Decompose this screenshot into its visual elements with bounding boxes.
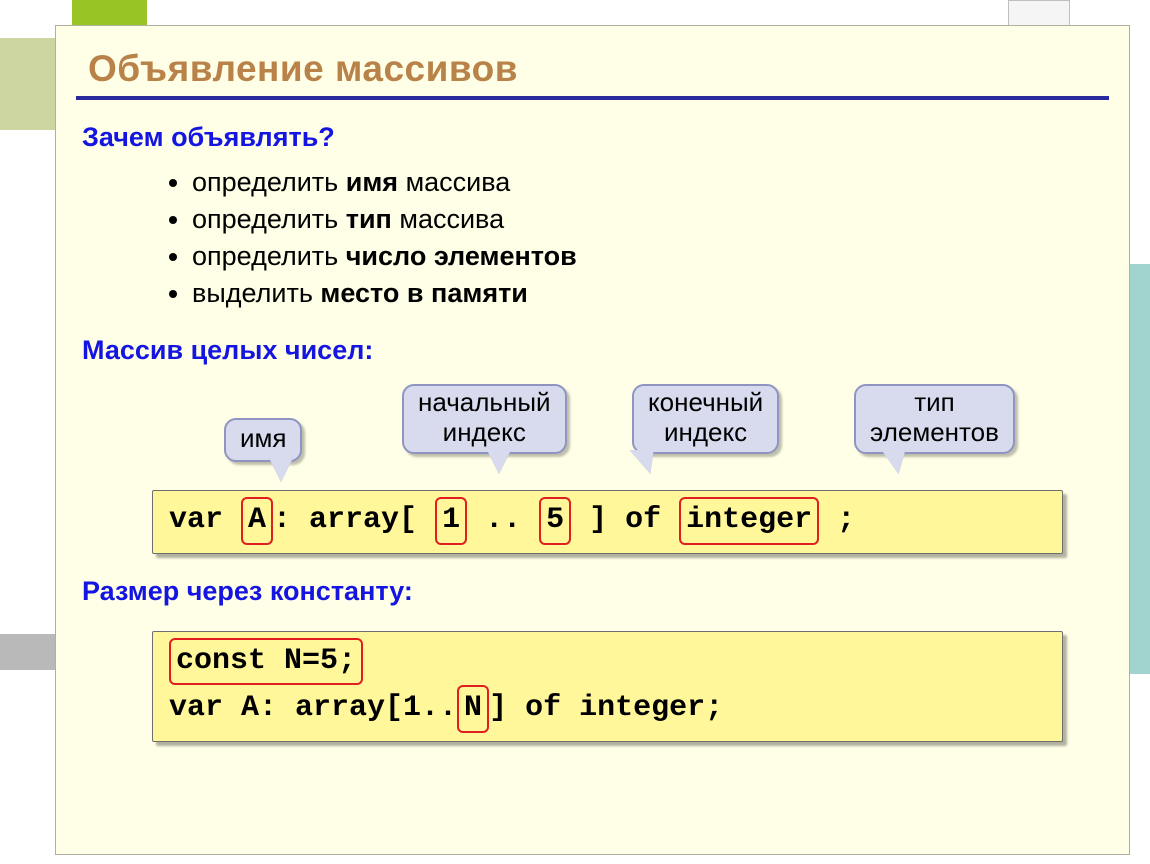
bullet-text: определить xyxy=(192,241,346,271)
callout-tail xyxy=(269,458,293,482)
code-highlight-type: integer xyxy=(679,497,819,545)
bullet-text: определить xyxy=(192,167,346,197)
decor-teal-right xyxy=(1128,264,1150,674)
callout-text: начальный xyxy=(418,387,551,417)
code-highlight-start: 1 xyxy=(435,497,467,545)
code-highlight-const: const N=5; xyxy=(169,638,363,686)
code-text: .. xyxy=(467,503,539,537)
bullet-bold: тип xyxy=(346,204,392,234)
code-text: ; xyxy=(819,503,855,537)
slide-title: Объявление массивов xyxy=(88,48,1103,90)
code-text: ] of xyxy=(571,503,679,537)
bullet-list: определить имя массива определить тип ма… xyxy=(82,167,1103,309)
callout-text: индекс xyxy=(664,417,747,447)
decor-olive-left xyxy=(0,38,60,130)
code-text: var A: array[1.. xyxy=(169,691,457,725)
callout-text: тип xyxy=(914,387,955,417)
bullet-item: определить тип массива xyxy=(192,204,1103,235)
bullet-text: выделить xyxy=(192,278,320,308)
code-text: var xyxy=(169,503,241,537)
bullet-bold: число элементов xyxy=(346,241,577,271)
decor-top-right-box xyxy=(1008,0,1070,28)
callout-elem-type: тип элементов xyxy=(854,384,1015,454)
callout-tail xyxy=(881,450,910,474)
callout-text: имя xyxy=(240,423,286,453)
code-highlight-name: A xyxy=(241,497,273,545)
callout-text: конечный xyxy=(648,387,763,417)
bullet-item: определить число элементов xyxy=(192,241,1103,272)
code-text: : array[ xyxy=(273,503,435,537)
code-highlight-n: N xyxy=(457,685,489,733)
bullet-text: массива xyxy=(398,167,510,197)
bullet-bold: место в памяти xyxy=(320,278,527,308)
bullet-item: определить имя массива xyxy=(192,167,1103,198)
decor-gray-left xyxy=(0,634,60,670)
callout-end-index: конечный индекс xyxy=(632,384,779,454)
code-var-declaration: var A: array[ 1 .. 5 ] of integer ; xyxy=(152,490,1063,554)
callout-name: имя xyxy=(224,418,302,462)
heading-int-array: Массив целых чисел: xyxy=(82,335,1103,366)
callout-row: имя начальный индекс конечный индекс тип… xyxy=(152,380,1063,490)
title-rule xyxy=(76,96,1109,100)
code-text: ] of integer; xyxy=(489,691,723,725)
callout-start-index: начальный индекс xyxy=(402,384,567,454)
callout-text: элементов xyxy=(870,417,999,447)
bullet-bold: имя xyxy=(346,167,398,197)
heading-const-size: Размер через константу: xyxy=(82,576,1103,607)
slide-container: Объявление массивов Зачем объявлять? опр… xyxy=(55,25,1130,855)
code-const-declaration: const N=5; var A: array[1.. N ] of integ… xyxy=(152,631,1063,742)
bullet-text: определить xyxy=(192,204,346,234)
bullet-text: массива xyxy=(392,204,504,234)
heading-why: Зачем объявлять? xyxy=(82,122,1103,153)
callout-text: индекс xyxy=(443,417,526,447)
bullet-item: выделить место в памяти xyxy=(192,278,1103,309)
callout-tail xyxy=(487,450,511,474)
code-highlight-end: 5 xyxy=(539,497,571,545)
